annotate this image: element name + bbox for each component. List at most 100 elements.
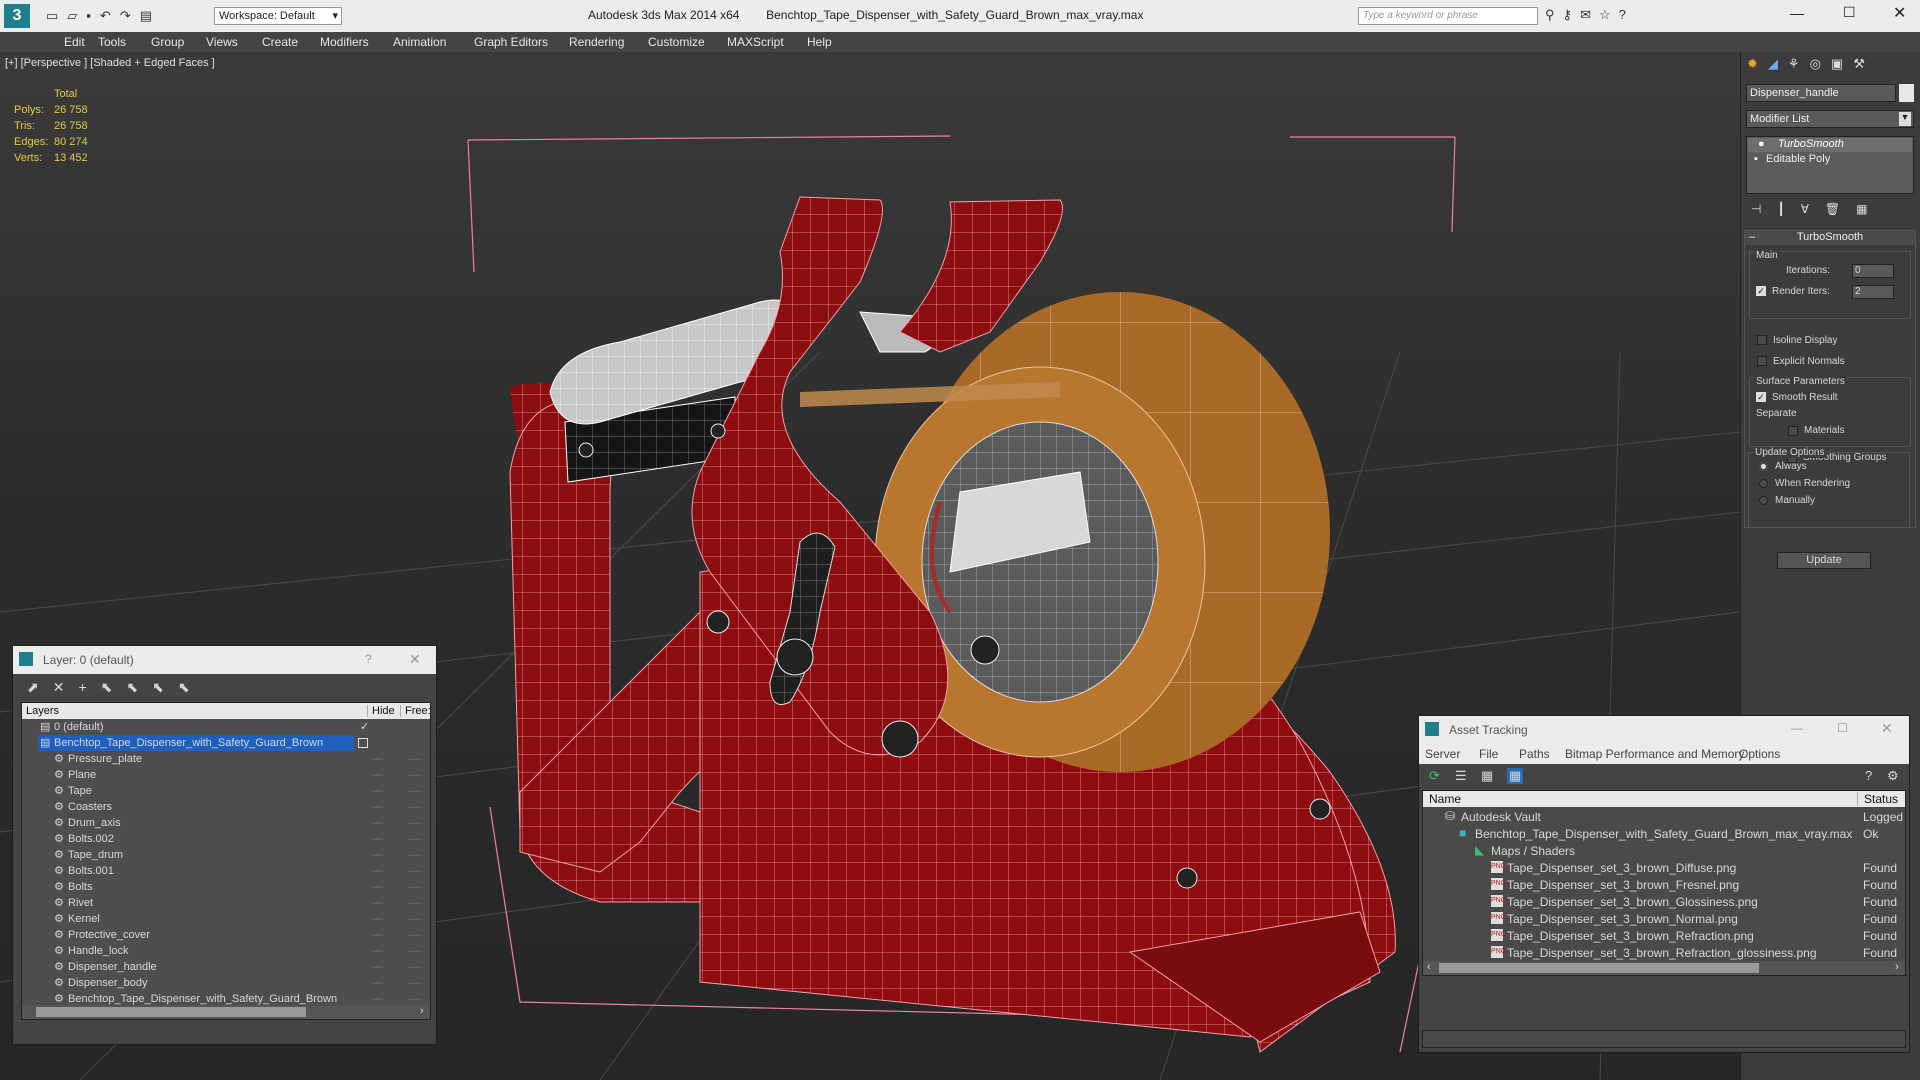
menu-customize[interactable]: Customize — [648, 35, 705, 49]
freeze-toggle[interactable]: — — [408, 785, 419, 797]
close-button[interactable]: ✕ — [409, 651, 421, 668]
hide-toggle[interactable]: — — [372, 993, 383, 1005]
freeze-toggle[interactable]: — — [408, 753, 419, 765]
asset-map-row[interactable]: PNG Tape_Dispenser_set_3_brown_Glossiness… — [1423, 894, 1905, 910]
maximize-button[interactable]: ☐ — [1837, 721, 1848, 735]
lightbulb-icon[interactable]: ● — [1758, 138, 1765, 150]
asset-map-row[interactable]: PNG Tape_Dispenser_set_3_brown_Refraction… — [1423, 928, 1905, 944]
hide-toggle[interactable]: — — [372, 945, 383, 957]
open-file-icon[interactable]: ▱ — [67, 8, 86, 23]
layer-object-row[interactable]: ⚙ Drum_axis — — — [22, 815, 430, 831]
freeze-toggle[interactable]: — — [408, 993, 419, 1005]
app-logo-icon[interactable]: 3 — [4, 4, 30, 28]
table-view-icon[interactable]: ▦ — [1507, 768, 1524, 784]
freeze-toggle[interactable]: — — [408, 881, 419, 893]
hide-toggle[interactable]: — — [372, 961, 383, 973]
help-icon[interactable]: ? — [1619, 7, 1634, 22]
asset-row-maps-folder[interactable]: ◣ Maps / Shaders — [1423, 843, 1905, 859]
stack-item-turbosmooth[interactable]: ● TurboSmooth — [1748, 138, 1912, 152]
layer-object-row[interactable]: ⚙ Bolts.001 — — — [22, 863, 430, 879]
explicit-normals-checkbox[interactable] — [1757, 356, 1767, 366]
layer-object-row[interactable]: ⚙ Tape_drum — — — [22, 847, 430, 863]
stack-item-editable-poly[interactable]: ▪ Editable Poly — [1748, 153, 1912, 167]
object-name-field[interactable]: Dispenser_handle — [1746, 84, 1896, 102]
hide-toggle[interactable]: — — [372, 849, 383, 861]
delete-layer-icon[interactable]: ✕ — [53, 679, 79, 695]
freeze-toggle[interactable]: — — [408, 865, 419, 877]
star-icon[interactable]: ☆ — [1599, 7, 1619, 22]
close-button[interactable]: ✕ — [1881, 720, 1893, 737]
key-icon[interactable]: ⚷ — [1563, 7, 1581, 22]
current-layer-toggle-icon[interactable] — [358, 738, 368, 748]
minimize-button[interactable]: — — [1791, 721, 1803, 735]
asset-menu-file[interactable]: File — [1479, 747, 1498, 761]
layer-object-row[interactable]: ⚙ Bolts.002 — — — [22, 831, 430, 847]
modify-tab-icon[interactable]: ◢ — [1768, 56, 1788, 71]
help-button[interactable]: ? — [365, 652, 372, 666]
menu-maxscript[interactable]: MAXScript — [727, 35, 784, 49]
utilities-tab-icon[interactable]: ⚒ — [1853, 56, 1875, 71]
asset-map-row[interactable]: PNG Tape_Dispenser_set_3_brown_Refraction… — [1423, 945, 1905, 961]
scroll-right-icon[interactable]: › — [1895, 961, 1899, 973]
hide-toggle[interactable]: — — [372, 801, 383, 813]
communication-icon[interactable]: ✉ — [1580, 7, 1599, 22]
freeze-all-icon[interactable]: ⬉ — [178, 679, 204, 695]
hide-toggle[interactable]: — — [372, 785, 383, 797]
list-view-icon[interactable]: ☰ — [1455, 768, 1467, 784]
freeze-toggle[interactable]: — — [408, 833, 419, 845]
freeze-toggle[interactable]: — — [408, 945, 419, 957]
modifier-list-dropdown[interactable]: Modifier List ▼ — [1746, 110, 1914, 128]
motion-tab-icon[interactable]: ◎ — [1810, 56, 1831, 71]
undo-icon[interactable]: ↶ — [100, 8, 120, 23]
add-to-layer-icon[interactable]: + — [78, 679, 100, 695]
hide-toggle[interactable]: — — [372, 865, 383, 877]
freeze-toggle[interactable]: — — [408, 801, 419, 813]
freeze-toggle[interactable]: — — [408, 961, 419, 973]
layer-object-row[interactable]: ⚙ Dispenser_handle — — — [22, 959, 430, 975]
menu-graph-editors[interactable]: Graph Editors — [474, 35, 548, 49]
menu-rendering[interactable]: Rendering — [569, 35, 624, 49]
freeze-toggle[interactable]: — — [408, 769, 419, 781]
hide-toggle[interactable]: — — [372, 881, 383, 893]
refresh-icon[interactable]: ⟳ — [1429, 768, 1440, 784]
asset-map-row[interactable]: PNG Tape_Dispenser_set_3_brown_Normal.png… — [1423, 911, 1905, 927]
smooth-result-checkbox[interactable]: ✓ — [1756, 392, 1766, 402]
help-icon[interactable]: ? — [1865, 768, 1872, 783]
redo-icon[interactable]: ↷ — [120, 8, 140, 23]
layer-selected-row[interactable]: ▤ Benchtop_Tape_Dispenser_with_Safety_Gu… — [22, 735, 430, 751]
asset-menu-server[interactable]: Server — [1425, 747, 1460, 761]
hide-toggle[interactable]: — — [372, 769, 383, 781]
menu-help[interactable]: Help — [807, 35, 832, 49]
create-tab-icon[interactable]: ✹ — [1747, 56, 1768, 71]
current-layer-check-icon[interactable]: ✓ — [360, 720, 369, 733]
layer-object-row[interactable]: ⚙ Kernel — — — [22, 911, 430, 927]
highlight-layer-icon[interactable]: ⬉ — [126, 679, 152, 695]
hide-toggle[interactable]: — — [372, 929, 383, 941]
menu-views[interactable]: Views — [206, 35, 238, 49]
create-layer-icon[interactable]: ⬈ — [27, 679, 53, 695]
asset-window-titlebar[interactable]: Asset Tracking — ☐ ✕ — [1419, 716, 1909, 744]
col-hide[interactable]: Hide — [367, 705, 395, 717]
hide-toggle[interactable]: — — [372, 977, 383, 989]
always-radio[interactable] — [1759, 462, 1768, 471]
select-objects-icon[interactable]: ⬉ — [101, 679, 127, 695]
display-tab-icon[interactable]: ▣ — [1831, 56, 1853, 71]
scroll-thumb[interactable] — [1439, 963, 1759, 973]
hide-all-icon[interactable]: ⬉ — [152, 679, 178, 695]
save-icon[interactable]: ▪ — [86, 8, 100, 23]
hide-toggle[interactable]: — — [372, 753, 383, 765]
hide-toggle[interactable]: — — [372, 833, 383, 845]
asset-map-row[interactable]: PNG Tape_Dispenser_set_3_brown_Fresnel.pn… — [1423, 877, 1905, 893]
settings-icon[interactable]: ⚙ — [1887, 768, 1899, 784]
menu-tools[interactable]: Tools — [98, 35, 126, 49]
render-iters-spinner[interactable]: 2 — [1852, 285, 1894, 299]
layer-object-row[interactable]: ⚙ Handle_lock — — — [22, 943, 430, 959]
layer-object-row[interactable]: ⚙ Tape — — — [22, 783, 430, 799]
asset-menu-paths[interactable]: Paths — [1519, 747, 1550, 761]
make-unique-icon[interactable]: ∀ — [1801, 202, 1825, 216]
binoculars-icon[interactable]: ⚲ — [1545, 7, 1563, 22]
scroll-right-icon[interactable]: › — [420, 1005, 424, 1017]
new-file-icon[interactable]: ▭ — [46, 8, 67, 23]
freeze-toggle[interactable]: — — [408, 817, 419, 829]
materials-checkbox[interactable] — [1788, 426, 1798, 436]
